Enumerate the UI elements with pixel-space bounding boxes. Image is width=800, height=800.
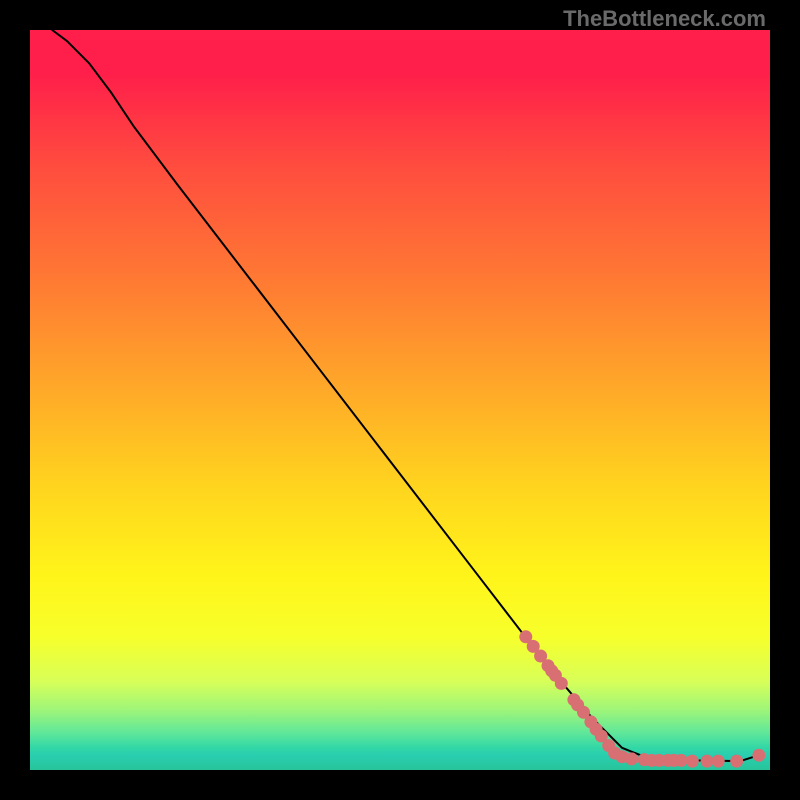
highlight-dot xyxy=(752,749,765,762)
highlight-dot xyxy=(712,755,725,768)
highlight-markers xyxy=(519,630,765,767)
watermark-text: TheBottleneck.com xyxy=(563,6,766,32)
highlight-dot xyxy=(675,754,688,767)
highlight-dot xyxy=(625,752,638,765)
chart-frame: TheBottleneck.com xyxy=(0,0,800,800)
highlight-dot xyxy=(555,677,568,690)
highlight-dot xyxy=(701,755,714,768)
highlight-dot xyxy=(730,755,743,768)
plot-area xyxy=(30,30,770,770)
highlight-dot xyxy=(686,755,699,768)
chart-svg xyxy=(30,30,770,770)
chart-curve xyxy=(52,30,759,761)
